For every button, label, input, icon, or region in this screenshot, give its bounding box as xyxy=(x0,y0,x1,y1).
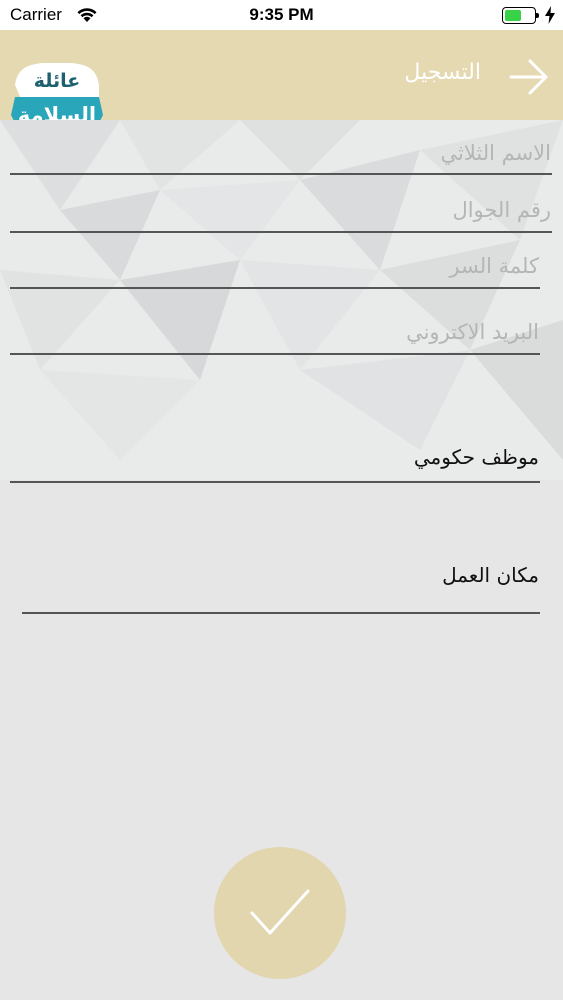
submit-button[interactable] xyxy=(214,847,346,979)
full-name-underline xyxy=(10,173,552,175)
full-name-placeholder: الاسم الثلاثي xyxy=(440,141,551,165)
email-underline xyxy=(10,353,540,355)
password-field[interactable]: كلمة السر xyxy=(0,250,563,292)
battery-tip xyxy=(536,13,539,18)
email-placeholder: البريد الاكتروني xyxy=(406,320,539,344)
workplace-select[interactable]: مكان العمل xyxy=(0,563,563,615)
clock: 9:35 PM xyxy=(249,5,314,24)
email-field[interactable]: البريد الاكتروني xyxy=(0,316,563,358)
workplace-value: مكان العمل xyxy=(442,563,539,587)
check-icon xyxy=(250,889,310,935)
employment-type-underline xyxy=(10,481,540,483)
password-placeholder: كلمة السر xyxy=(449,254,539,278)
employment-type-select[interactable]: موظف حكومي xyxy=(0,440,563,486)
status-bar: Carrier 9:35 PM xyxy=(0,0,563,30)
mobile-underline xyxy=(10,231,552,233)
battery-icon xyxy=(502,7,539,24)
app-header: عائلة السلامة التسجيل xyxy=(0,30,563,149)
password-underline xyxy=(10,287,540,289)
charging-bolt-icon xyxy=(545,6,555,24)
full-name-field[interactable]: الاسم الثلاثي xyxy=(0,136,563,178)
battery-fill xyxy=(505,10,522,21)
logo-text-top: عائلة xyxy=(33,70,81,92)
mobile-placeholder: رقم الجوال xyxy=(452,198,551,222)
workplace-underline xyxy=(22,612,540,614)
mobile-field[interactable]: رقم الجوال xyxy=(0,194,563,236)
page-title: التسجيل xyxy=(404,60,481,85)
arrow-right-icon[interactable] xyxy=(508,58,550,96)
employment-type-value: موظف حكومي xyxy=(413,445,539,469)
